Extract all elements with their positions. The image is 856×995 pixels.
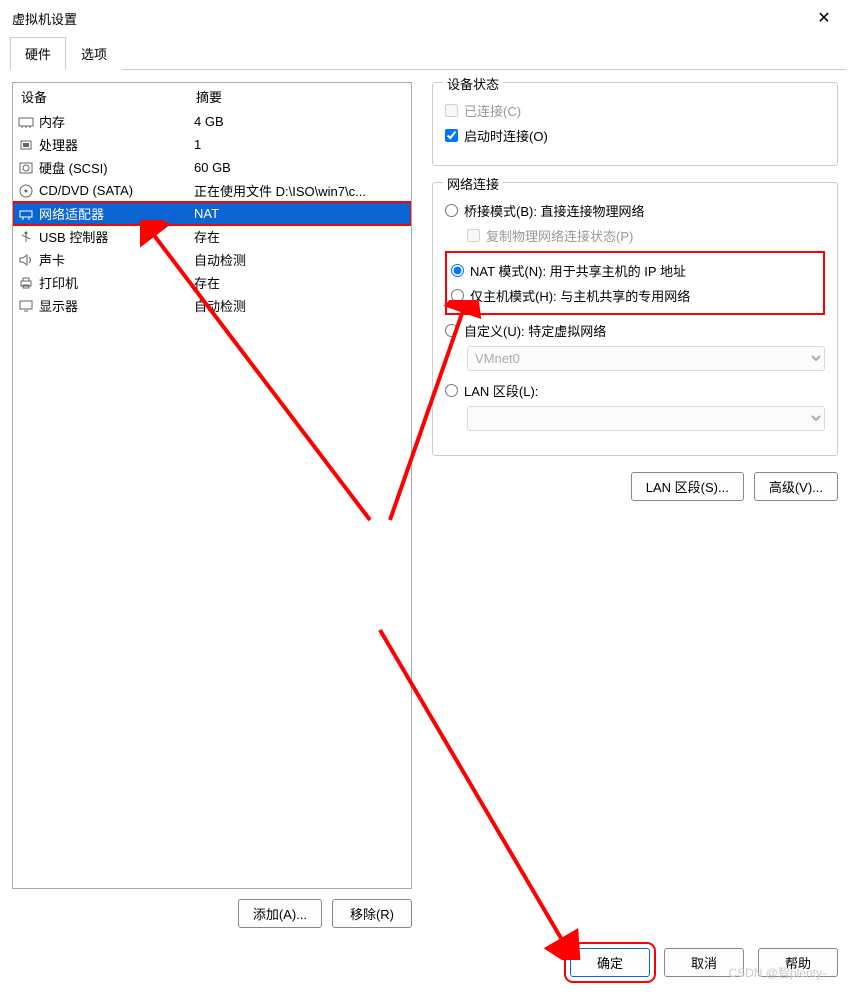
device-row-cd[interactable]: CD/DVD (SATA)正在使用文件 D:\ISO\win7\c...: [13, 179, 411, 202]
device-row-cpu[interactable]: 处理器1: [13, 133, 411, 156]
replicate-input: [467, 229, 480, 242]
cancel-button[interactable]: 取消: [664, 948, 744, 977]
device-row-sound[interactable]: 声卡自动检测: [13, 248, 411, 271]
cd-icon: [17, 183, 35, 199]
network-title: 网络连接: [443, 174, 503, 193]
advanced-button[interactable]: 高级(V)...: [754, 472, 838, 501]
device-summary: NAT: [194, 206, 407, 221]
bridged-input[interactable]: [445, 204, 458, 217]
nat-input[interactable]: [451, 264, 464, 277]
device-name: USB 控制器: [39, 227, 194, 246]
device-row-network[interactable]: 网络适配器NAT: [13, 202, 411, 225]
device-list: 设备 摘要 内存4 GB处理器1硬盘 (SCSI)60 GBCD/DVD (SA…: [12, 82, 412, 889]
device-summary: 自动检测: [194, 250, 407, 269]
device-name: 内存: [39, 112, 194, 131]
add-button[interactable]: 添加(A)...: [238, 899, 322, 928]
device-summary: 4 GB: [194, 114, 407, 129]
device-name: 网络适配器: [39, 204, 194, 223]
device-summary: 存在: [194, 273, 407, 292]
header-summary: 摘要: [196, 87, 222, 106]
device-status-group: 设备状态 已连接(C) 启动时连接(O): [432, 82, 838, 166]
hostonly-radio[interactable]: 仅主机模式(H): 与主机共享的专用网络: [451, 286, 819, 305]
memory-icon: [17, 114, 35, 130]
custom-radio[interactable]: 自定义(U): 特定虚拟网络: [445, 321, 825, 340]
display-icon: [17, 298, 35, 314]
connect-poweron-input[interactable]: [445, 129, 458, 142]
replicate-label: 复制物理网络连接状态(P): [486, 226, 633, 245]
device-name: 硬盘 (SCSI): [39, 158, 194, 177]
sound-icon: [17, 252, 35, 268]
device-summary: 60 GB: [194, 160, 407, 175]
tab-options[interactable]: 选项: [66, 37, 122, 70]
connected-input: [445, 104, 458, 117]
device-row-printer[interactable]: 打印机存在: [13, 271, 411, 294]
network-group: 网络连接 桥接模式(B): 直接连接物理网络 复制物理网络连接状态(P) NAT…: [432, 182, 838, 456]
network-icon: [17, 206, 35, 222]
bridged-radio[interactable]: 桥接模式(B): 直接连接物理网络: [445, 201, 825, 220]
lanseg-label: LAN 区段(L):: [464, 381, 538, 400]
cpu-icon: [17, 137, 35, 153]
connected-checkbox[interactable]: 已连接(C): [445, 101, 825, 120]
device-row-display[interactable]: 显示器自动检测: [13, 294, 411, 317]
hostonly-label: 仅主机模式(H): 与主机共享的专用网络: [470, 286, 690, 305]
device-row-memory[interactable]: 内存4 GB: [13, 110, 411, 133]
tab-hardware[interactable]: 硬件: [10, 37, 66, 70]
hostonly-input[interactable]: [451, 289, 464, 302]
custom-label: 自定义(U): 特定虚拟网络: [464, 321, 606, 340]
device-name: 显示器: [39, 296, 194, 315]
replicate-checkbox: 复制物理网络连接状态(P): [467, 226, 825, 245]
nat-radio[interactable]: NAT 模式(N): 用于共享主机的 IP 地址: [451, 261, 819, 280]
device-summary: 正在使用文件 D:\ISO\win7\c...: [194, 181, 407, 200]
device-row-usb[interactable]: USB 控制器存在: [13, 225, 411, 248]
device-row-disk[interactable]: 硬盘 (SCSI)60 GB: [13, 156, 411, 179]
device-name: 声卡: [39, 250, 194, 269]
device-summary: 存在: [194, 227, 407, 246]
vmnet-select: VMnet0: [467, 346, 825, 371]
bridged-label: 桥接模式(B): 直接连接物理网络: [464, 201, 645, 220]
device-summary: 自动检测: [194, 296, 407, 315]
header-device: 设备: [21, 87, 196, 106]
disk-icon: [17, 160, 35, 176]
window-title: 虚拟机设置: [12, 9, 804, 28]
custom-input[interactable]: [445, 324, 458, 337]
device-name: CD/DVD (SATA): [39, 183, 194, 198]
connect-poweron-label: 启动时连接(O): [464, 126, 548, 145]
usb-icon: [17, 229, 35, 245]
device-name: 打印机: [39, 273, 194, 292]
ok-button[interactable]: 确定: [570, 948, 650, 977]
device-name: 处理器: [39, 135, 194, 154]
printer-icon: [17, 275, 35, 291]
remove-button[interactable]: 移除(R): [332, 899, 412, 928]
help-button[interactable]: 帮助: [758, 948, 838, 977]
lanseg-radio[interactable]: LAN 区段(L):: [445, 381, 825, 400]
connected-label: 已连接(C): [464, 101, 521, 120]
tabs: 硬件 选项: [10, 36, 846, 70]
lanseg-select: [467, 406, 825, 431]
close-icon[interactable]: ✕: [804, 8, 844, 28]
lanseg-input[interactable]: [445, 384, 458, 397]
lan-segments-button[interactable]: LAN 区段(S)...: [631, 472, 744, 501]
connect-poweron-checkbox[interactable]: 启动时连接(O): [445, 126, 825, 145]
device-status-title: 设备状态: [443, 74, 503, 93]
nat-label: NAT 模式(N): 用于共享主机的 IP 地址: [470, 261, 686, 280]
device-summary: 1: [194, 137, 407, 152]
